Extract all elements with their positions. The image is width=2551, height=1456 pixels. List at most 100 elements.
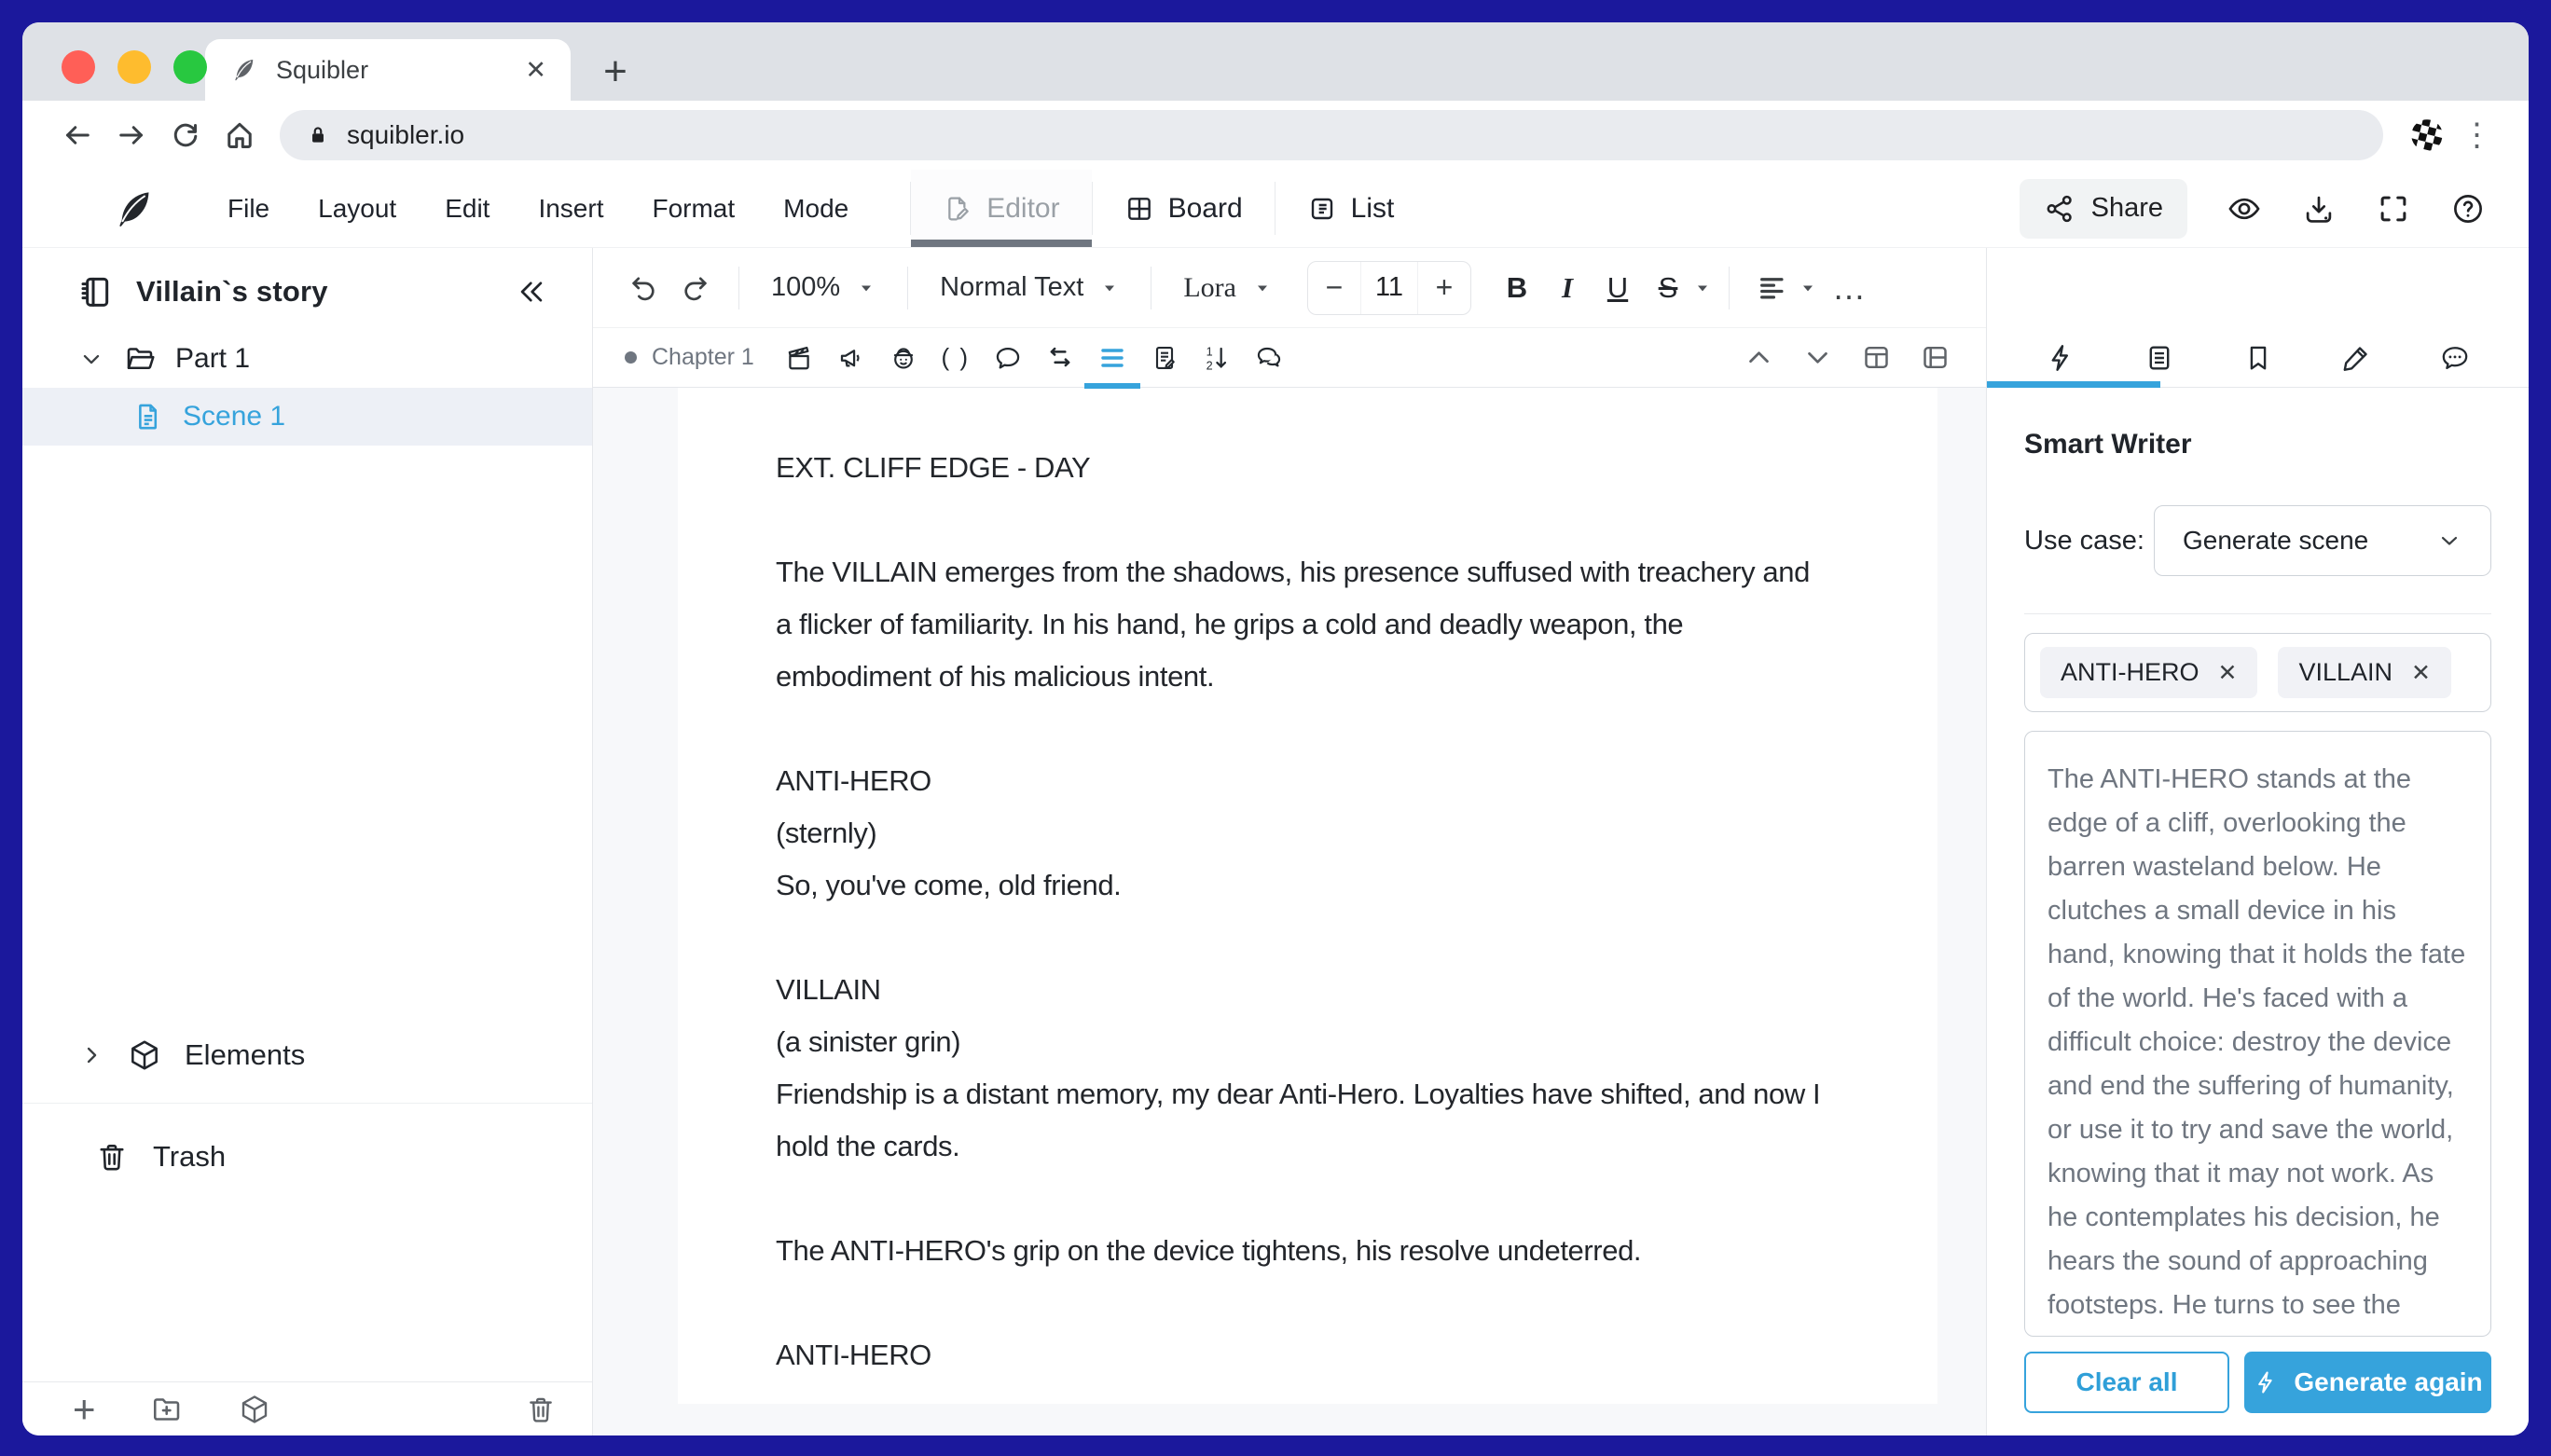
menu-layout[interactable]: Layout <box>294 194 421 224</box>
remove-tag-icon[interactable]: ✕ <box>2218 659 2238 687</box>
sidebar-item-elements[interactable]: Elements <box>22 1024 592 1086</box>
tab-editor[interactable]: Editor <box>911 170 1091 247</box>
transition-arrows-icon[interactable] <box>1038 335 1082 381</box>
layout-left-split-icon[interactable] <box>1920 342 1951 373</box>
chevron-up-icon[interactable] <box>1744 342 1774 373</box>
footer-trash-icon[interactable] <box>525 1394 557 1425</box>
menu-file[interactable]: File <box>203 194 294 224</box>
editor-paragraph[interactable]: The VILLAIN emerges from the shadows, hi… <box>776 546 1827 703</box>
align-button[interactable] <box>1746 262 1799 314</box>
tab-comments-icon[interactable] <box>2439 342 2471 374</box>
layout-top-split-icon[interactable] <box>1861 342 1892 373</box>
tab-smart-writer-bolt-icon[interactable] <box>2045 342 2076 374</box>
tab-close-icon[interactable]: ✕ <box>525 56 546 85</box>
strikethrough-button[interactable]: S <box>1643 271 1693 305</box>
minimize-window-button[interactable] <box>117 50 151 84</box>
editor-paragraph[interactable]: ANTI-HERO <box>776 755 1827 807</box>
forward-button[interactable] <box>104 108 159 162</box>
tab-notes-icon[interactable] <box>2144 342 2175 374</box>
lock-icon[interactable] <box>306 123 330 147</box>
general-text-lines-icon[interactable] <box>1090 335 1135 381</box>
sidebar-item-trash[interactable]: Trash <box>22 1126 592 1188</box>
clear-all-button[interactable]: Clear all <box>2024 1352 2229 1413</box>
reload-button[interactable] <box>159 108 213 162</box>
add-folder-icon[interactable] <box>150 1393 184 1426</box>
shot-sort-icon[interactable]: 12 <box>1194 335 1239 381</box>
editor-paragraph[interactable]: Friendship is a distant memory, my dear … <box>776 1068 1827 1173</box>
svg-text:2: 2 <box>1206 359 1212 372</box>
parenthetical-icon[interactable]: ( ) <box>933 335 978 381</box>
font-family-dropdown[interactable]: Lora <box>1168 272 1287 304</box>
tab-pen-icon[interactable] <box>2340 342 2372 374</box>
script-notes-icon[interactable] <box>1142 335 1187 381</box>
undo-icon[interactable] <box>617 262 669 314</box>
editor-paragraph[interactable]: ANTI-HERO <box>776 1329 1827 1381</box>
editor-paragraph[interactable]: The ANTI-HERO's grip on the device tight… <box>776 1225 1827 1277</box>
share-button[interactable]: Share <box>2020 179 2187 239</box>
extension-icon[interactable] <box>2400 108 2454 162</box>
back-button[interactable] <box>50 108 104 162</box>
action-megaphone-icon[interactable] <box>829 335 874 381</box>
use-case-dropdown[interactable]: Generate scene <box>2154 505 2491 576</box>
app-header: File Layout Edit Insert Format Mode Edit… <box>22 170 2529 248</box>
elements-cube-icon[interactable] <box>238 1393 271 1426</box>
browser-menu-icon[interactable]: ⋮ <box>2454 117 2501 154</box>
dual-dialogue-icon[interactable] <box>1247 335 1291 381</box>
script-page[interactable]: EXT. CLIFF EDGE - DAY The VILLAIN emerge… <box>678 388 1937 1404</box>
character-face-icon[interactable] <box>881 335 926 381</box>
editor-paragraph[interactable]: So, you've come, old friend. <box>776 859 1827 912</box>
sidebar-item-scene-1[interactable]: Scene 1 <box>22 388 592 446</box>
home-button[interactable] <box>213 108 267 162</box>
italic-button[interactable]: I <box>1542 271 1593 305</box>
menu-insert[interactable]: Insert <box>514 194 627 224</box>
more-options-icon[interactable]: … <box>1817 268 1882 308</box>
tag-anti-hero[interactable]: ANTI-HERO ✕ <box>2040 647 2257 698</box>
zoom-dropdown[interactable]: 100% <box>756 272 890 303</box>
menu-mode[interactable]: Mode <box>759 194 873 224</box>
collapse-sidebar-icon[interactable] <box>516 276 547 308</box>
paragraph-style-dropdown[interactable]: Normal Text <box>925 272 1134 303</box>
remove-tag-icon[interactable]: ✕ <box>2411 659 2431 687</box>
close-window-button[interactable] <box>62 50 95 84</box>
chevron-down-icon[interactable] <box>1799 279 1817 297</box>
address-bar[interactable]: squibler.io <box>280 110 2383 160</box>
increase-font-icon[interactable]: + <box>1418 270 1470 305</box>
generated-text-area[interactable]: The ANTI-HERO stands at the edge of a cl… <box>2024 731 2491 1337</box>
chevron-down-icon[interactable] <box>1693 279 1712 297</box>
underline-button[interactable]: U <box>1593 271 1643 305</box>
preview-eye-icon[interactable] <box>2227 191 2262 227</box>
scene-heading-clapper-icon[interactable] <box>777 335 821 381</box>
trash-label: Trash <box>153 1140 226 1174</box>
new-tab-button[interactable]: + <box>587 43 643 101</box>
decrease-font-icon[interactable]: − <box>1308 270 1360 305</box>
tab-list[interactable]: List <box>1276 170 1427 247</box>
chevron-right-icon[interactable] <box>78 1042 104 1068</box>
chevron-down-icon[interactable] <box>1802 342 1833 373</box>
download-icon[interactable] <box>2301 191 2337 227</box>
editor-paragraph[interactable]: (a sinister grin) <box>776 1016 1827 1068</box>
font-size-value[interactable]: 11 <box>1360 262 1418 314</box>
tag-villain[interactable]: VILLAIN ✕ <box>2278 647 2451 698</box>
generate-again-button[interactable]: Generate again <box>2244 1352 2491 1413</box>
character-tags-box[interactable]: ANTI-HERO ✕ VILLAIN ✕ <box>2024 633 2491 712</box>
tab-bookmark-icon[interactable] <box>2242 342 2274 374</box>
zoom-window-button[interactable] <box>173 50 207 84</box>
redo-icon[interactable] <box>669 262 722 314</box>
add-item-icon[interactable]: + <box>73 1390 96 1429</box>
dialogue-bubble-icon[interactable] <box>986 335 1030 381</box>
editor-paragraph[interactable]: EXT. CLIFF EDGE - DAY <box>776 442 1827 494</box>
help-icon[interactable] <box>2450 191 2486 227</box>
sidebar-item-part-1[interactable]: Part 1 <box>22 330 592 388</box>
bold-button[interactable]: B <box>1492 271 1542 305</box>
fullscreen-icon[interactable] <box>2376 191 2411 227</box>
chapter-label[interactable]: Chapter 1 <box>652 344 754 371</box>
story-title[interactable]: Villain`s story <box>136 275 328 309</box>
screenplay-element-icons: ( ) 12 <box>777 335 1291 381</box>
menu-format[interactable]: Format <box>627 194 759 224</box>
tab-board[interactable]: Board <box>1093 170 1275 247</box>
menu-edit[interactable]: Edit <box>421 194 514 224</box>
chevron-down-icon[interactable] <box>78 346 104 372</box>
browser-tab[interactable]: Squibler ✕ <box>205 39 571 101</box>
editor-paragraph[interactable]: (sternly) <box>776 807 1827 859</box>
editor-paragraph[interactable]: VILLAIN <box>776 964 1827 1016</box>
